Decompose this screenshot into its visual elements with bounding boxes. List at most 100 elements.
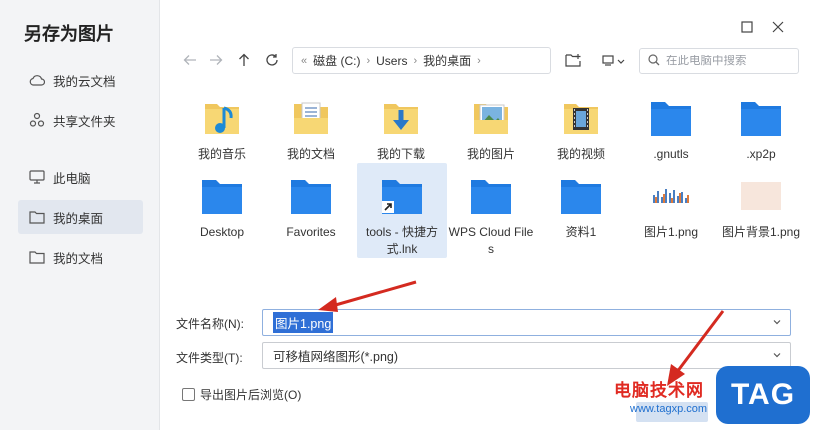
chevron-right-icon: ›: [413, 54, 418, 67]
search-icon: [648, 53, 660, 69]
file-name: .xp2p: [746, 147, 776, 161]
share-icon: [28, 111, 46, 129]
file-item-music[interactable]: 我的音乐: [177, 88, 267, 163]
chevron-down-icon: [617, 54, 625, 68]
image-thumbnail-icon: [647, 172, 695, 220]
file-item-downloads[interactable]: 我的下载: [356, 88, 446, 163]
search-input[interactable]: [666, 55, 791, 67]
folder-icon: [647, 94, 695, 142]
downloads-folder-icon: [377, 94, 425, 142]
documents-folder-icon: [287, 94, 335, 142]
chevron-down-icon: [772, 349, 782, 363]
file-item-pictures[interactable]: 我的图片: [446, 88, 536, 163]
sidebar-item-my-desktop[interactable]: 我的桌面: [18, 200, 143, 234]
file-name: 资料1: [565, 225, 597, 239]
file-name: 我的视频: [556, 147, 605, 161]
sidebar-item-label: 共享文件夹: [53, 114, 116, 129]
tag-logo: TAG: [716, 366, 810, 424]
refresh-button[interactable]: [261, 50, 283, 72]
file-name: Desktop: [199, 225, 245, 239]
watermark-url: www.tagxp.com: [630, 403, 708, 415]
back-button[interactable]: [179, 50, 201, 72]
file-item-favorites[interactable]: Favorites: [266, 166, 356, 241]
folder-icon: [287, 172, 335, 220]
shortcut-folder-icon: [378, 172, 426, 220]
forward-button[interactable]: [205, 50, 227, 72]
checkbox-label: 导出图片后浏览(O): [200, 388, 302, 402]
folder-icon: [737, 94, 785, 142]
file-item-gnutls[interactable]: .gnutls: [626, 88, 716, 163]
close-button[interactable]: [768, 18, 788, 38]
sidebar: 另存为图片 我的云文档 共享文件夹 此电脑 我的桌面 我的文档: [0, 0, 160, 430]
file-name: 我的图片: [466, 147, 515, 161]
monitor-icon: [28, 168, 46, 186]
image-thumbnail-icon: [737, 172, 785, 220]
file-name: WPS Cloud Files: [448, 225, 534, 256]
file-item-videos[interactable]: 我的视频: [536, 88, 626, 163]
breadcrumb[interactable]: « 磁盘 (C:) › Users › 我的桌面 ›: [292, 47, 551, 74]
sidebar-item-label: 我的云文档: [53, 74, 116, 89]
filetype-select[interactable]: 可移植网络图形(*.png): [262, 342, 791, 369]
view-mode-button[interactable]: [598, 50, 628, 72]
file-item-desktop[interactable]: Desktop: [177, 166, 267, 241]
maximize-icon: [741, 20, 753, 36]
browse-after-export-checkbox[interactable]: 导出图片后浏览(O): [182, 386, 301, 403]
chevron-right-icon: ›: [477, 54, 481, 67]
watermark-site-name: 电脑技术网: [614, 381, 704, 400]
dialog-title: 另存为图片: [24, 24, 114, 44]
file-name: tools - 快捷方式.lnk: [365, 225, 438, 256]
breadcrumb-item[interactable]: Users: [376, 54, 407, 68]
breadcrumb-item[interactable]: 我的桌面: [423, 52, 471, 69]
filename-input-value[interactable]: 图片1.png: [273, 312, 334, 333]
filetype-value: 可移植网络图形(*.png): [273, 350, 399, 364]
file-item-documents[interactable]: 我的文档: [266, 88, 356, 163]
folder-icon: [28, 208, 46, 226]
cloud-icon: [28, 71, 46, 89]
pictures-folder-icon: [467, 94, 515, 142]
sidebar-item-this-pc[interactable]: 此电脑: [18, 160, 143, 194]
file-name: 图片背景1.png: [721, 225, 801, 239]
file-item-xp2p[interactable]: .xp2p: [716, 88, 806, 163]
file-item-wps-cloud-files[interactable]: WPS Cloud Files: [446, 166, 536, 258]
sidebar-item-cloud-docs[interactable]: 我的云文档: [18, 63, 143, 97]
file-item-materials[interactable]: 资料1: [536, 166, 626, 241]
arrow-up-icon: [238, 53, 250, 70]
file-name: 我的音乐: [197, 147, 246, 161]
file-name: 图片1.png: [643, 225, 699, 239]
sidebar-item-label: 此电脑: [53, 171, 91, 186]
close-icon: [772, 21, 784, 36]
music-folder-icon: [198, 94, 246, 142]
folder-icon: [198, 172, 246, 220]
view-icon: [601, 54, 614, 69]
file-item-image-background1[interactable]: 图片背景1.png: [716, 166, 806, 241]
folder-icon: [467, 172, 515, 220]
filetype-label: 文件类型(T):: [176, 351, 243, 365]
checkbox-box[interactable]: [182, 388, 195, 401]
sidebar-item-label: 我的文档: [53, 251, 104, 266]
filename-field[interactable]: 图片1.png: [262, 309, 791, 336]
up-button[interactable]: [233, 50, 255, 72]
breadcrumb-item[interactable]: 磁盘 (C:): [313, 52, 360, 69]
refresh-icon: [265, 53, 279, 70]
file-name: 我的下载: [376, 147, 425, 161]
chevrons-left-icon: «: [301, 54, 308, 67]
videos-folder-icon: [557, 94, 605, 142]
new-folder-button[interactable]: [563, 50, 583, 72]
arrow-left-icon: [183, 54, 197, 69]
filename-label: 文件名称(N):: [176, 317, 244, 331]
file-name: Favorites: [286, 225, 336, 239]
maximize-button[interactable]: [737, 18, 757, 38]
arrow-right-icon: [209, 54, 223, 69]
chevron-right-icon: ›: [366, 54, 371, 67]
sidebar-item-my-documents[interactable]: 我的文档: [18, 240, 143, 274]
file-name: 我的文档: [286, 147, 335, 161]
sidebar-item-label: 我的桌面: [53, 211, 104, 226]
search-box[interactable]: [639, 48, 799, 74]
file-item-tools-shortcut[interactable]: tools - 快捷方式.lnk: [357, 163, 447, 258]
folder-icon: [28, 248, 46, 266]
file-item-image1[interactable]: 图片1.png: [626, 166, 716, 241]
sidebar-item-shared-folder[interactable]: 共享文件夹: [18, 103, 143, 137]
chevron-down-icon[interactable]: [772, 316, 782, 330]
new-folder-icon: [565, 53, 581, 70]
file-name: .gnutls: [653, 147, 689, 161]
